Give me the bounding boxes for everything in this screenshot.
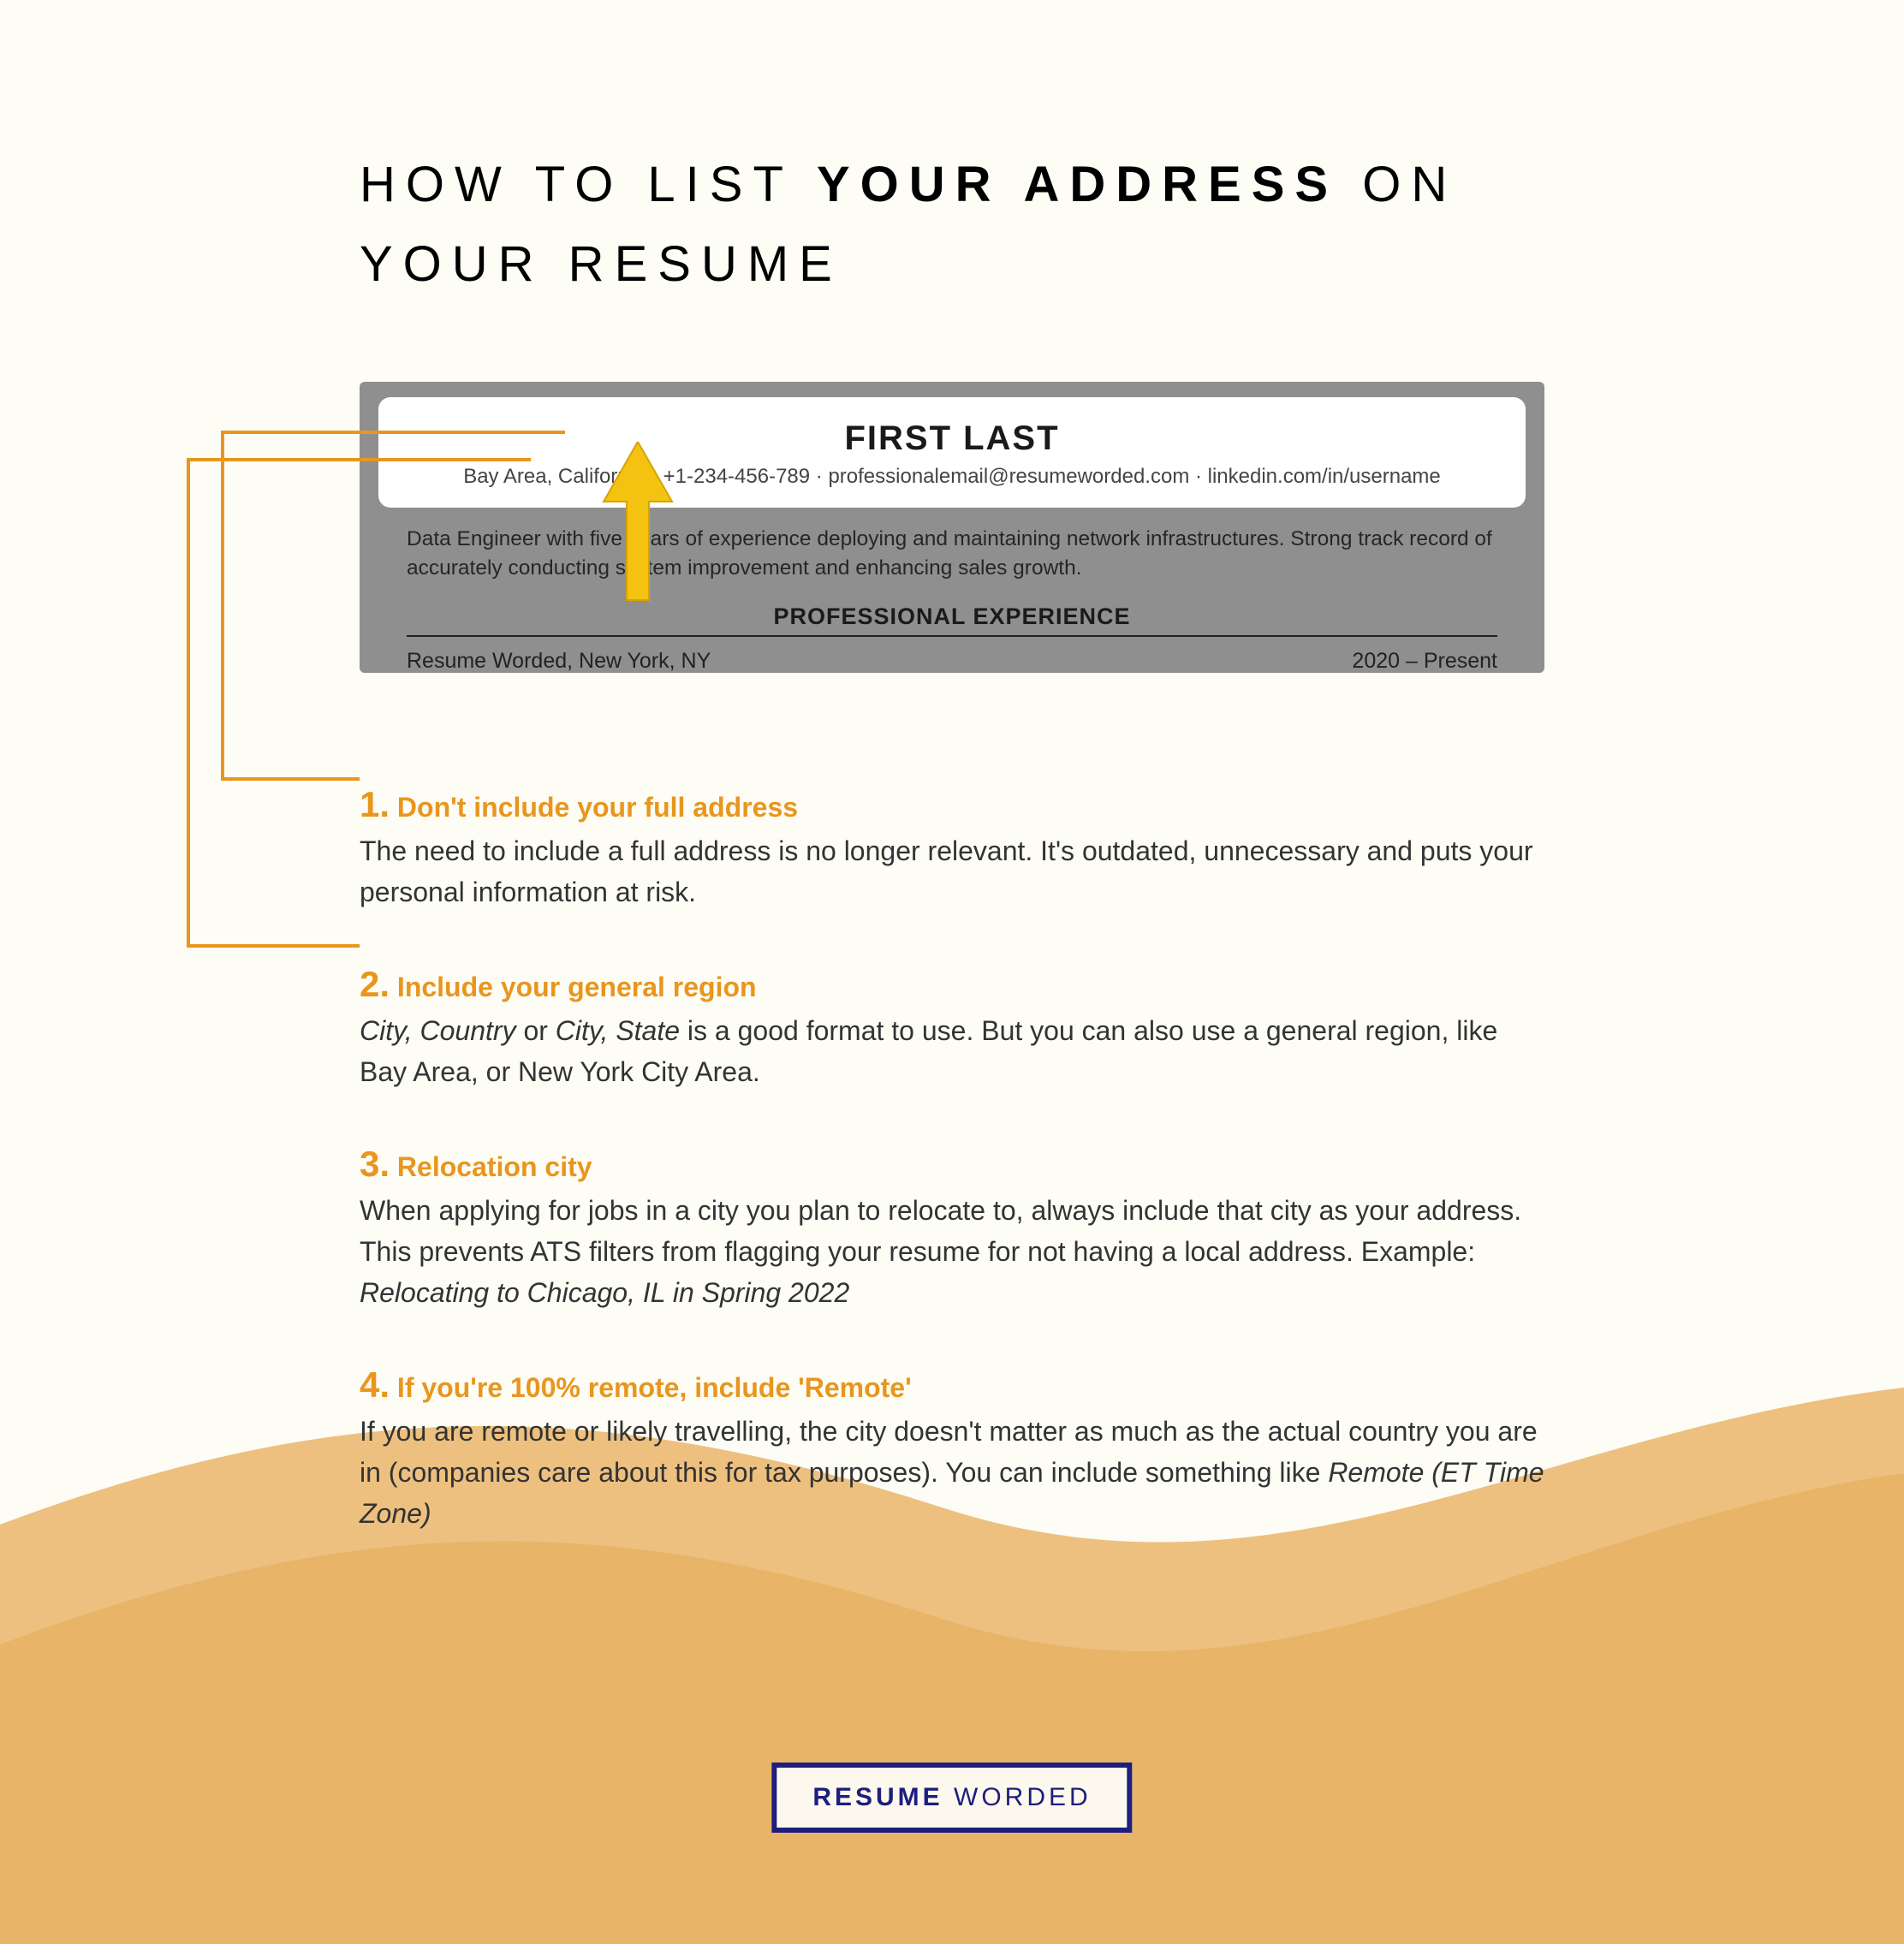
resume-contact-line: Bay Area, California · +1-234-456-789 · …: [413, 465, 1491, 489]
resume-job-dates: 2020 – Present: [1352, 649, 1497, 672]
tip-3: 3. Relocation city When applying for job…: [360, 1144, 1544, 1313]
tip-4-body: If you are remote or likely travelling, …: [360, 1411, 1544, 1534]
connector-lines: [163, 424, 574, 954]
page-title: HOW TO LIST YOUR ADDRESS ON YOUR RESUME: [360, 146, 1544, 305]
tip-4: 4. If you're 100% remote, include 'Remot…: [360, 1364, 1544, 1534]
tip-3-body: When applying for jobs in a city you pla…: [360, 1190, 1544, 1313]
resume-worded-logo: RESUME WORDED: [771, 1763, 1132, 1833]
resume-name: FIRST LAST: [413, 419, 1491, 458]
tip-2-body: City, Country or City, State is a good f…: [360, 1010, 1544, 1092]
arrow-icon: [599, 442, 676, 604]
tip-2: 2. Include your general region City, Cou…: [360, 964, 1544, 1092]
